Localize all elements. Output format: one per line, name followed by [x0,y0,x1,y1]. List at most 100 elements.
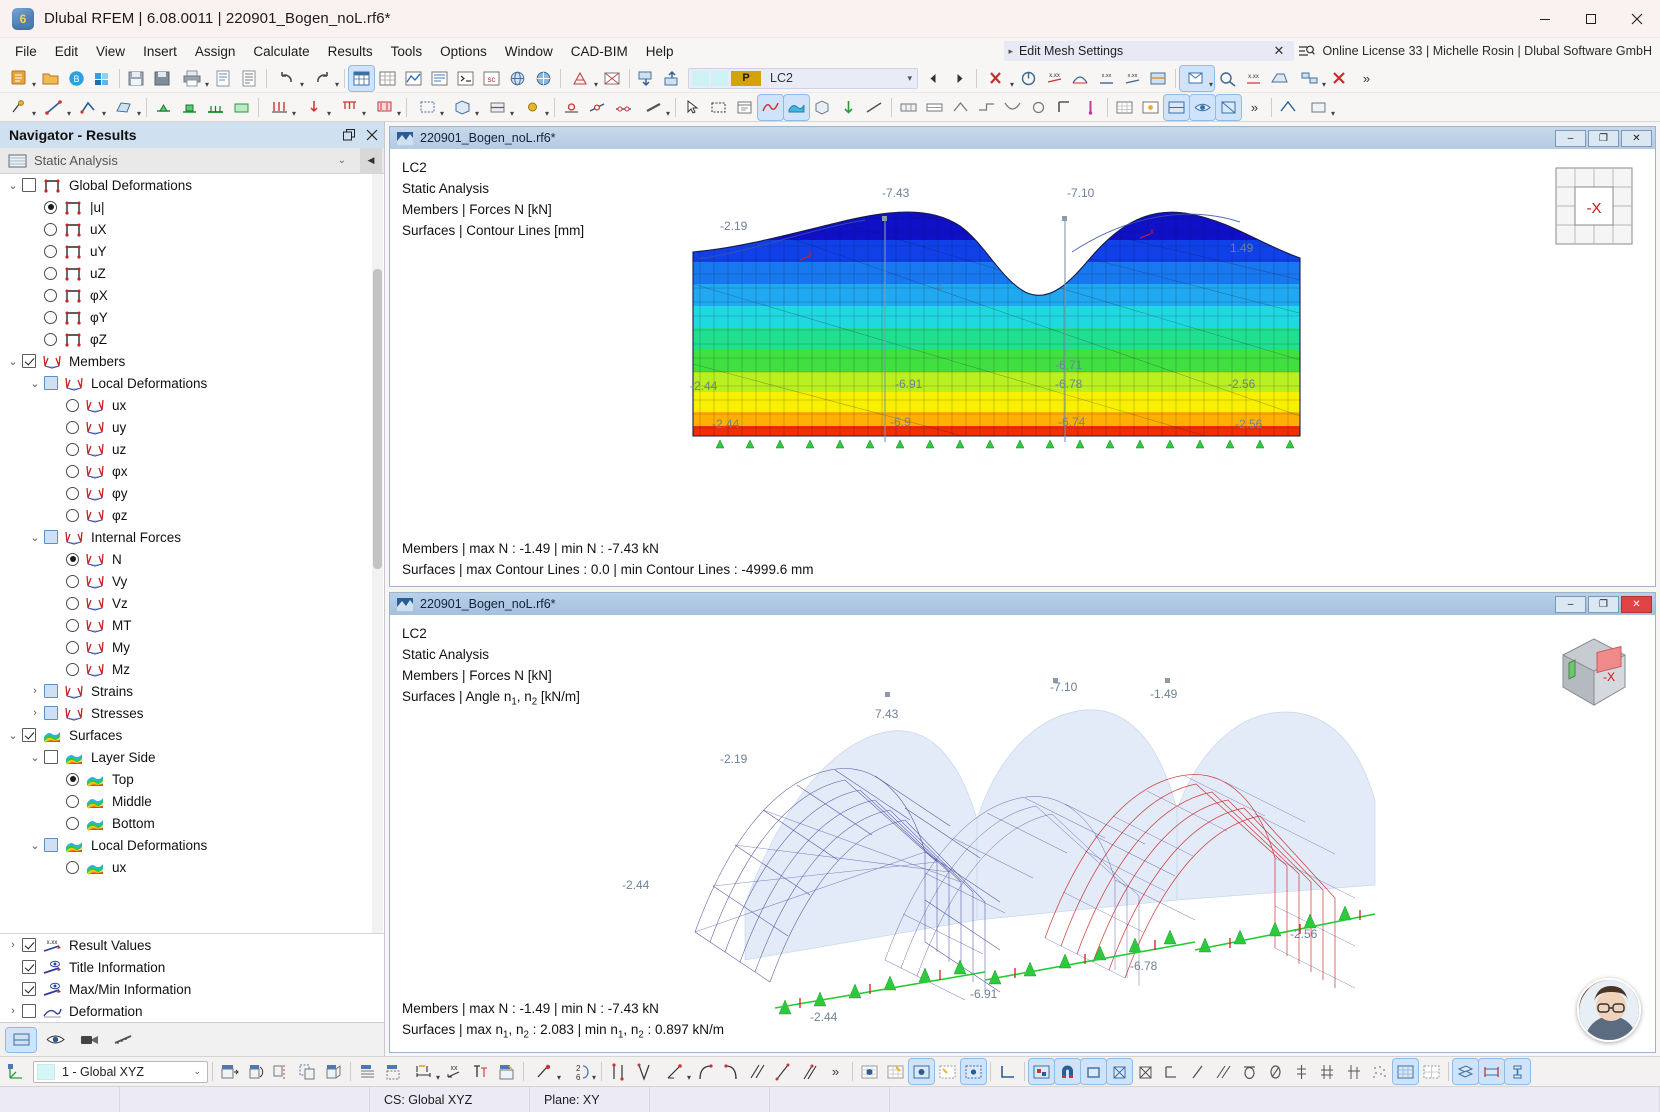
tree-item-global-deformations[interactable]: ⌄ Global Deformations [0,174,384,196]
snap-point-button[interactable] [960,1058,987,1085]
search-list-icon[interactable] [1298,44,1316,59]
nav-prev-button[interactable]: ◀ [360,147,382,174]
tree-item-layer-bottom[interactable]: Bottom [0,812,384,834]
new-nodal-support-button[interactable] [177,95,202,120]
mesh-view5-button[interactable] [1000,95,1025,120]
viewport-2-canvas[interactable]: LC2 Static Analysis Members | Forces N [… [390,615,1655,1052]
perp-lines-button[interactable] [771,1059,796,1084]
toolbar2-overflow-button[interactable]: » [1242,95,1267,120]
tree-item-deformation[interactable]: › Deformation [0,1000,384,1022]
chevron-down-icon[interactable]: ⌄ [26,377,44,390]
new-node-tool-button[interactable]: ▾ [516,95,550,120]
coordinate-system-icon[interactable] [3,1059,28,1084]
tree-radio[interactable] [66,464,79,478]
tree-item-if-my[interactable]: My [0,636,384,658]
tree-checkbox[interactable] [22,1004,36,1018]
tree-radio[interactable] [66,662,79,676]
view-mode-button[interactable]: ▾ [1179,64,1215,92]
move-objects-button[interactable] [217,1059,242,1084]
close-button[interactable] [1614,0,1660,38]
viewport-2-view-cube[interactable]: -X [1551,629,1637,715]
rect-snap-button[interactable] [1080,1058,1107,1085]
result-values-toggle-button[interactable]: x.xx [1094,66,1119,91]
menu-cad-bim[interactable]: CAD-BIM [562,41,637,62]
tree-radio[interactable] [66,640,79,654]
tree-checkbox[interactable] [22,938,36,952]
viewport-1-canvas[interactable]: LC2 Static Analysis Members | Forces N [… [390,149,1655,586]
rotate-objects-button[interactable] [243,1059,268,1084]
new-member-button[interactable]: ▾ [73,95,107,120]
groups-button[interactable] [381,1059,406,1084]
mesh-view3-button[interactable] [948,95,973,120]
tree-item-phiz[interactable]: φZ [0,328,384,350]
tree-item-strains[interactable]: › Strains [0,680,384,702]
dimension-button[interactable]: ▾ [407,1059,441,1084]
cross-snap2-button[interactable] [1133,1059,1158,1084]
tree-item-m-ux[interactable]: ux [0,394,384,416]
tree-item-uz[interactable]: uZ [0,262,384,284]
diagram-button[interactable] [401,66,426,91]
new-surface-button[interactable]: ▾ [108,95,142,120]
menu-results[interactable]: Results [319,41,382,62]
grid-snap-mode-button[interactable] [1392,1058,1419,1085]
tree-radio[interactable] [44,222,57,236]
list-button[interactable] [427,66,452,91]
select-window-button[interactable] [706,95,731,120]
perp-snap3-button[interactable] [1341,1059,1366,1084]
tree-checkbox[interactable] [44,838,58,852]
tree-item-if-n[interactable]: N [0,548,384,570]
text-label-button[interactable] [468,1059,493,1084]
maximize-button[interactable] [1568,0,1614,38]
chevron-down-icon[interactable]: ⌄ [331,155,353,166]
parallel-lines-button[interactable] [745,1059,770,1084]
results-tree[interactable]: ⌄ Global Deformations |u| uX uY uZ φX φY φZ ⌄ Memb… [0,174,384,933]
script-button[interactable] [453,66,478,91]
new-node-button[interactable]: ▾ [3,95,37,120]
globe-button[interactable] [505,66,530,91]
tree-radio[interactable] [44,200,57,214]
save-as-button[interactable] [150,66,175,91]
tree-radio[interactable] [66,574,79,588]
chevron-down-icon[interactable]: ⌄ [4,179,22,192]
mesh-view6-button[interactable] [1026,95,1051,120]
menu-assign[interactable]: Assign [186,41,245,62]
rigid-link-button[interactable]: ▾ [637,95,671,120]
sc-button[interactable]: sc [479,66,504,91]
tree-radio[interactable] [66,420,79,434]
remove-results-button[interactable] [1328,66,1353,91]
line-hinge-button[interactable] [611,95,636,120]
viewport-1-minimize[interactable]: – [1555,129,1586,147]
zoom-tools-button[interactable]: ▾ [1293,66,1327,91]
menu-help[interactable]: Help [637,41,683,62]
chevron-down-icon[interactable]: ⌄ [26,839,44,852]
tables-button[interactable] [348,64,375,92]
nodal-release-button[interactable] [559,95,584,120]
tree-radio[interactable] [66,772,79,786]
viewport-2-close[interactable]: ✕ [1621,595,1652,613]
analysis-type-selector[interactable]: Static Analysis ⌄ ◀ [0,147,384,174]
minimize-button[interactable] [1522,0,1568,38]
ortho-button[interactable] [995,1059,1020,1084]
chevron-down-icon[interactable]: ▾ [907,73,917,84]
tree-item-m-uy[interactable]: uy [0,416,384,438]
tree-item-layer-side[interactable]: ⌄ Layer Side [0,746,384,768]
tree-radio[interactable] [44,266,57,280]
arc2-tool-button[interactable] [719,1059,744,1084]
tree-item-members[interactable]: ⌄ Members [0,350,384,372]
tree-radio[interactable] [66,486,79,500]
tree-radio[interactable] [66,398,79,412]
results-on-off-button[interactable] [1016,66,1041,91]
printout-report-button[interactable] [211,66,236,91]
new-surface-support-button[interactable] [229,95,254,120]
chevron-right-icon[interactable]: › [26,707,44,719]
cross-snap-button[interactable] [1106,1058,1133,1085]
tree-radio[interactable] [66,442,79,456]
ruler-icon[interactable] [108,1028,138,1052]
new-line-button[interactable]: ▾ [38,95,72,120]
tree-radio[interactable] [44,332,57,346]
tree-item-internal-forces[interactable]: ⌄ Internal Forces [0,526,384,548]
line-draw-button[interactable] [862,95,887,120]
mesh-view-button[interactable] [896,95,921,120]
chevron-down-icon[interactable]: ⌄ [26,531,44,544]
prev-load-case-button[interactable] [921,66,946,91]
